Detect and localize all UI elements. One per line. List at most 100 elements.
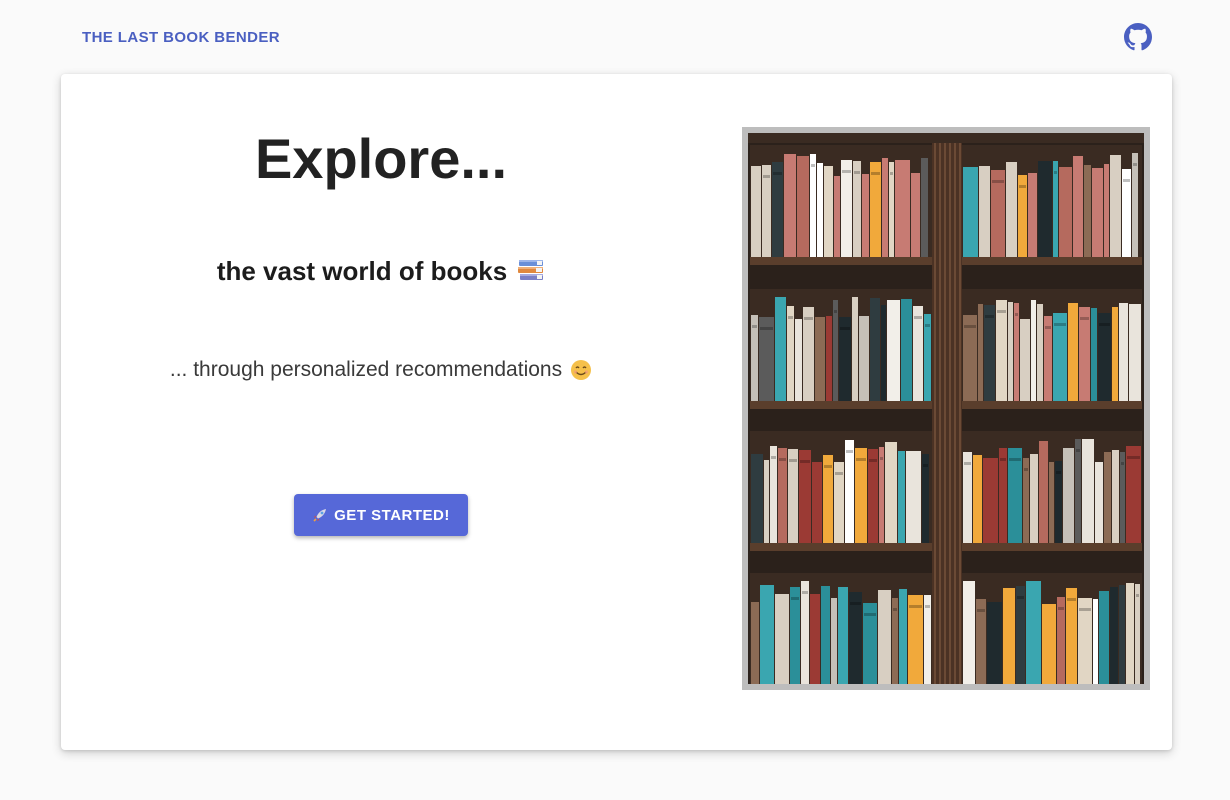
brand-link[interactable]: THE LAST BOOK BENDER (82, 29, 280, 46)
book-spine (775, 594, 789, 684)
book-band (985, 315, 994, 318)
book-spine (751, 454, 763, 543)
book-spine (999, 448, 1007, 543)
book-spine (855, 448, 867, 543)
book-spine (895, 160, 910, 257)
get-started-button[interactable]: GET STARTED! (294, 494, 468, 536)
book-spine (1057, 597, 1065, 684)
book-spine (1053, 313, 1067, 401)
book-spine (1039, 441, 1048, 543)
book-spine (899, 589, 907, 684)
shelf-board (750, 543, 932, 551)
book-band (1127, 456, 1140, 459)
book-spine (775, 297, 786, 401)
book-band (871, 172, 880, 175)
book-band (1133, 163, 1137, 166)
shelf-board (962, 257, 1142, 265)
hero-card: Explore... the vast world of books ... t… (61, 74, 1172, 750)
book-band (1056, 471, 1061, 474)
book-spine (1092, 168, 1103, 257)
book-spine (1098, 313, 1111, 401)
smiley-icon (571, 360, 592, 380)
book-spine (1082, 439, 1094, 543)
book-spine (1008, 302, 1013, 401)
book-band (824, 465, 832, 468)
book-spine (1126, 583, 1134, 684)
book-spine (885, 442, 897, 543)
book-spine (784, 154, 796, 257)
book-spine (1119, 303, 1128, 401)
book-spine (826, 316, 832, 401)
book-band (1058, 607, 1064, 610)
book-spine (1028, 173, 1037, 257)
book-band (864, 613, 876, 616)
book-spine (841, 160, 852, 257)
book-spine (1126, 446, 1141, 543)
book-spine (979, 166, 990, 257)
book-spine (1132, 153, 1138, 257)
shelf-divider-grain (939, 133, 941, 684)
book-spine (901, 299, 912, 401)
book-band (964, 325, 976, 328)
book-spine (760, 585, 774, 684)
book-spine (906, 451, 921, 543)
book-band (1067, 598, 1076, 601)
book-spine (879, 447, 884, 543)
shelf-board (750, 401, 932, 409)
book-spine (817, 163, 823, 257)
book-band (997, 310, 1006, 313)
book-band (854, 171, 860, 174)
book-spine (1091, 308, 1097, 401)
book-spine (821, 586, 830, 684)
book-band (1024, 468, 1028, 471)
book-band (880, 457, 883, 460)
book-band (771, 456, 776, 459)
book-spine (1112, 307, 1118, 401)
book-band (1080, 317, 1089, 320)
github-link[interactable] (1124, 23, 1152, 51)
book-spine (810, 154, 816, 257)
book-band (779, 458, 786, 461)
shelf-divider-grain (944, 133, 946, 684)
book-band (788, 316, 793, 319)
book-band (834, 310, 837, 313)
book-band (789, 459, 797, 462)
book-spine (845, 440, 854, 543)
book-band (977, 609, 985, 612)
book-band (992, 180, 1004, 183)
book-band (925, 605, 930, 608)
book-spine (1030, 454, 1038, 543)
book-spine (978, 304, 983, 401)
books-icon (518, 259, 544, 280)
book-spine (882, 158, 888, 257)
book-spine (1129, 304, 1141, 401)
shelf-board (962, 401, 1142, 409)
book-spine (870, 298, 880, 401)
book-band (923, 464, 928, 467)
book-spine (788, 449, 798, 543)
shelf-divider-grain (954, 133, 956, 684)
book-spine (1079, 307, 1090, 401)
book-band (850, 602, 861, 605)
book-band (1019, 185, 1026, 188)
book-spine (1095, 462, 1103, 543)
book-spine (1031, 300, 1036, 401)
book-band (1076, 449, 1080, 452)
book-spine (987, 602, 1002, 684)
book-band (840, 327, 850, 330)
book-spine (1135, 584, 1140, 684)
book-spine (751, 602, 759, 684)
hero-text-panel: Explore... the vast world of books ... t… (61, 74, 701, 750)
book-spine (834, 176, 840, 257)
book-spine (1063, 448, 1074, 543)
book-spine (1003, 588, 1015, 684)
book-band (763, 175, 770, 178)
book-spine (1073, 156, 1083, 257)
book-spine (963, 452, 972, 543)
book-spine (1120, 452, 1125, 543)
hero-tagline-text: ... through personalized recommendations (169, 358, 563, 381)
book-spine (772, 162, 783, 257)
book-band (1054, 323, 1066, 326)
book-spine (1122, 169, 1131, 257)
book-spine (1110, 587, 1118, 684)
